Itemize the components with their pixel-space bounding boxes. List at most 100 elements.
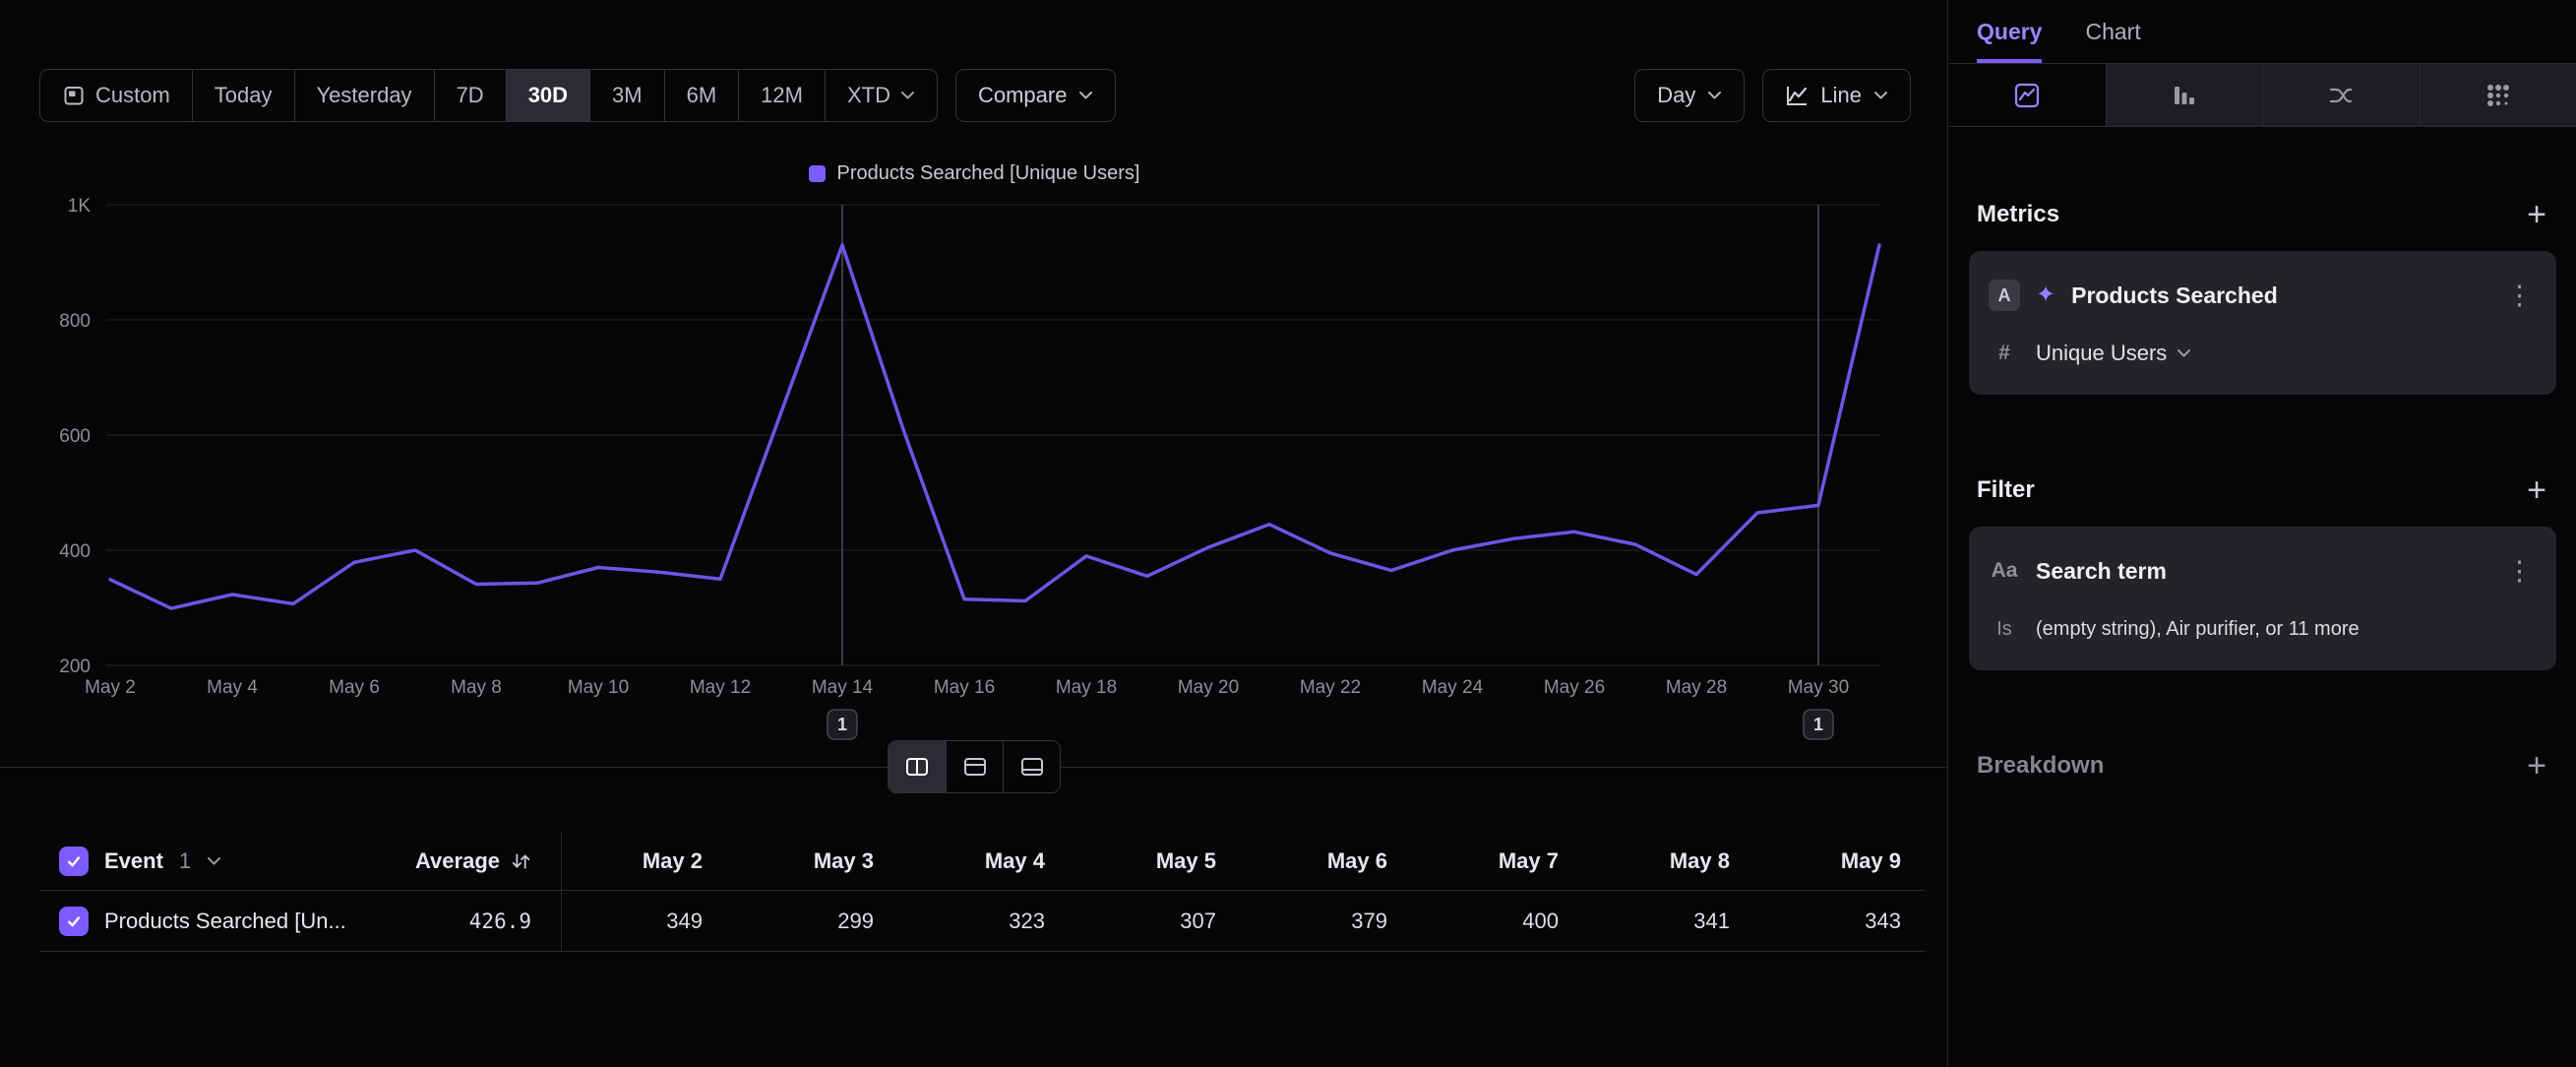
value-cell: 299 [732, 891, 903, 951]
svg-text:200: 200 [59, 657, 91, 677]
column-header-may-2[interactable]: May 2 [561, 832, 732, 890]
sidebar-tabs: Query Chart [1949, 0, 2576, 63]
main-panel: CustomTodayYesterday7D30D3M6M12MXTD Comp… [0, 0, 1948, 1067]
select-all-checkbox[interactable] [59, 847, 89, 876]
insights-icon [2013, 82, 2041, 109]
metric-card-title-row: A ✦ Products Searched ⋮ [1969, 265, 2556, 326]
check-icon [65, 852, 83, 870]
svg-text:May 28: May 28 [1666, 677, 1727, 698]
results-table: Event 1 Average May 2May 3May 4May 5May … [39, 832, 1925, 952]
value-cell: 341 [1588, 891, 1759, 951]
add-filter-button[interactable]: + [2523, 473, 2550, 507]
layout-top-button[interactable] [946, 741, 1003, 792]
line-chart[interactable]: 2004006008001KMay 2May 4May 6May 8May 10… [0, 0, 1948, 768]
column-header-may-8[interactable]: May 8 [1588, 832, 1759, 890]
average-label: Average [415, 848, 500, 874]
filter-section-header: Filter + [1977, 473, 2550, 507]
filter-operator: Is [1989, 618, 2020, 641]
average-header-cell[interactable]: Average [315, 832, 561, 890]
tab-query-label: Query [1977, 19, 2042, 45]
layout-toggle-group [888, 740, 1061, 793]
add-metric-button[interactable]: + [2523, 198, 2550, 231]
check-icon [65, 912, 83, 930]
metrics-title: Metrics [1977, 201, 2059, 228]
column-header-may-7[interactable]: May 7 [1417, 832, 1588, 890]
query-sidebar: Query Chart Metrics + A ✦ P [1949, 0, 2576, 1067]
svg-text:May 20: May 20 [1178, 677, 1239, 698]
report-type-row [1949, 63, 2576, 127]
layout-bottom-button[interactable] [1003, 741, 1060, 792]
value-cell: 343 [1759, 891, 1931, 951]
series-letter-badge: A [1989, 280, 2020, 311]
filter-property-name: Search term [2036, 558, 2486, 585]
tab-chart-label: Chart [2085, 19, 2140, 45]
event-count: 1 [179, 848, 191, 874]
hash-icon: # [1989, 342, 2020, 365]
column-header-may-6[interactable]: May 6 [1246, 832, 1417, 890]
sort-icon [510, 849, 533, 873]
table-header-row: Event 1 Average May 2May 3May 4May 5May … [39, 832, 1925, 891]
retention-icon [2484, 82, 2512, 109]
table-data-row: Products Searched [Un... 426.9 349299323… [39, 891, 1925, 952]
svg-text:May 18: May 18 [1056, 677, 1117, 698]
report-type-flows-button[interactable] [2262, 64, 2420, 126]
row-name-cell[interactable]: Products Searched [Un... [39, 891, 315, 951]
layout-bottom-icon [1019, 755, 1045, 779]
svg-text:May 6: May 6 [329, 677, 380, 698]
filter-card[interactable]: Aa Search term ⋮ Is (empty string), Air … [1969, 527, 2556, 670]
metric-card[interactable]: A ✦ Products Searched ⋮ # Unique Users [1969, 251, 2556, 395]
filter-condition-row[interactable]: Is (empty string), Air purifier, or 11 m… [1969, 601, 2556, 657]
layout-split-button[interactable] [889, 741, 946, 792]
chevron-down-icon [207, 856, 221, 866]
svg-text:800: 800 [59, 311, 91, 332]
svg-text:May 8: May 8 [451, 677, 502, 698]
breakdown-title: Breakdown [1977, 752, 2104, 780]
column-header-may-4[interactable]: May 4 [903, 832, 1074, 890]
value-cell: 323 [903, 891, 1074, 951]
column-header-may-5[interactable]: May 5 [1074, 832, 1246, 890]
column-header-may-9[interactable]: May 9 [1759, 832, 1931, 890]
report-type-funnels-button[interactable] [2106, 64, 2263, 126]
value-cell: 400 [1417, 891, 1588, 951]
metric-options-button[interactable]: ⋮ [2502, 282, 2537, 309]
insights-report: CustomTodayYesterday7D30D3M6M12MXTD Comp… [0, 0, 2576, 1067]
report-type-insights-button[interactable] [1949, 64, 2106, 126]
svg-text:1: 1 [1813, 715, 1823, 734]
row-name: Products Searched [Un... [104, 909, 346, 934]
funnels-icon [2171, 82, 2198, 109]
flows-icon [2327, 82, 2355, 109]
filter-options-button[interactable]: ⋮ [2502, 558, 2537, 585]
average-value: 426.9 [469, 910, 531, 933]
filter-card-title-row: Aa Search term ⋮ [1969, 540, 2556, 601]
text-property-icon: Aa [1989, 559, 2020, 583]
metric-name: Products Searched [2071, 282, 2486, 309]
aggregation-label: Unique Users [2036, 341, 2167, 366]
tab-chart[interactable]: Chart [2085, 0, 2140, 63]
svg-text:May 30: May 30 [1788, 677, 1849, 698]
metric-aggregation-row[interactable]: # Unique Users [1969, 326, 2556, 381]
value-cell: 379 [1246, 891, 1417, 951]
event-label: Event [104, 848, 163, 874]
metrics-section-header: Metrics + [1977, 198, 2550, 231]
svg-text:May 12: May 12 [690, 677, 751, 698]
svg-text:May 26: May 26 [1544, 677, 1605, 698]
column-header-may-3[interactable]: May 3 [732, 832, 903, 890]
add-breakdown-button[interactable]: + [2523, 749, 2550, 783]
value-cell: 307 [1074, 891, 1246, 951]
svg-text:400: 400 [59, 541, 91, 562]
filter-title: Filter [1977, 476, 2035, 504]
svg-text:May 16: May 16 [934, 677, 995, 698]
svg-text:600: 600 [59, 426, 91, 447]
svg-text:May 24: May 24 [1422, 677, 1484, 698]
svg-text:May 4: May 4 [207, 677, 258, 698]
svg-text:May 22: May 22 [1300, 677, 1361, 698]
average-value-cell: 426.9 [315, 891, 561, 951]
svg-text:1K: 1K [68, 196, 92, 217]
report-type-retention-button[interactable] [2420, 64, 2576, 126]
tab-query[interactable]: Query [1977, 0, 2042, 63]
svg-text:May 10: May 10 [568, 677, 629, 698]
value-cell: 349 [561, 891, 732, 951]
breakdown-section-header: Breakdown + [1977, 749, 2550, 783]
event-header-cell[interactable]: Event 1 [39, 832, 315, 890]
row-checkbox[interactable] [59, 907, 89, 936]
